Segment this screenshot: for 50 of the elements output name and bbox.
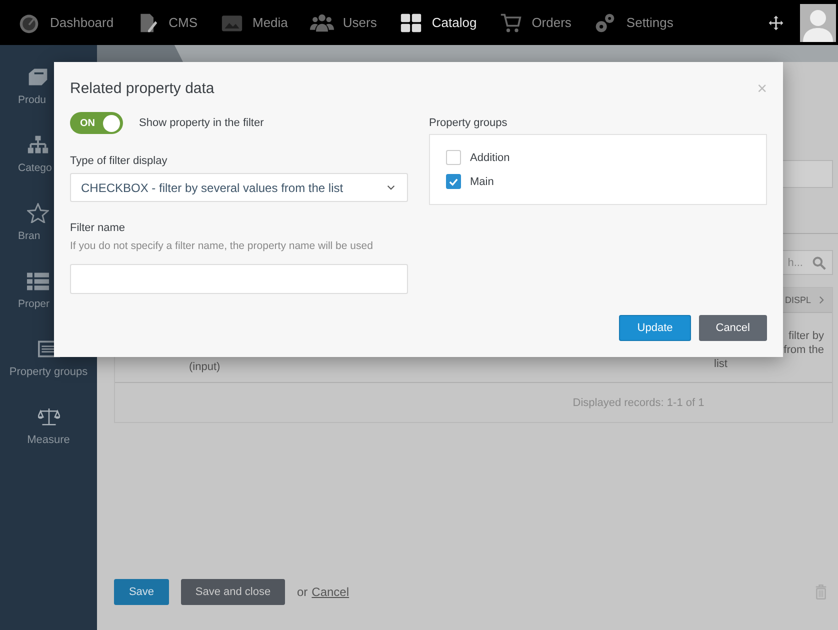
- column-header[interactable]: DISPL: [784, 295, 811, 305]
- table-cell-text: list: [714, 357, 728, 371]
- nav-item[interactable]: Dashboard: [17, 12, 114, 34]
- scale-icon: [38, 407, 60, 427]
- update-button[interactable]: Update: [619, 315, 691, 341]
- checkbox[interactable]: [446, 174, 461, 189]
- filter-name-field[interactable]: [70, 264, 408, 294]
- checkbox-label: Main: [470, 176, 494, 188]
- users-icon: [310, 12, 334, 34]
- checkbox-label: Addition: [470, 152, 510, 164]
- toggle-label: Show property in the filter: [139, 117, 264, 129]
- table-cell: (input): [189, 361, 220, 373]
- caret-icon: [387, 185, 395, 190]
- list-icon: [27, 271, 49, 291]
- save-button[interactable]: Save: [114, 578, 169, 604]
- save-and-close-button[interactable]: Save and close: [181, 578, 285, 604]
- cart-icon: [498, 12, 523, 34]
- table-cell-text: filter by: [788, 329, 824, 343]
- cancel-link[interactable]: Cancel: [312, 584, 350, 598]
- nav-item[interactable]: Settings: [593, 12, 674, 34]
- nav-item[interactable]: Catalog: [398, 12, 477, 34]
- sidebar-item[interactable]: Measure: [0, 407, 97, 475]
- star-icon: [27, 203, 49, 223]
- search-icon: [812, 256, 826, 270]
- cancel-button[interactable]: Cancel: [698, 315, 767, 341]
- or-text: or: [297, 584, 308, 598]
- trash-icon[interactable]: [815, 584, 827, 600]
- box-icon: [27, 67, 49, 87]
- field-hint: If you do not specify a filter name, the property name will be used: [70, 240, 374, 252]
- search-text: h...: [788, 256, 803, 268]
- nav-item[interactable]: CMS: [136, 12, 198, 34]
- checkbox[interactable]: [446, 150, 461, 165]
- chevron-right-icon[interactable]: [819, 296, 824, 304]
- nav-item[interactable]: Users: [310, 12, 377, 34]
- dialog-title: Related property data: [70, 80, 214, 96]
- records-count: Displayed records: 1-1 of 1: [572, 396, 704, 408]
- sitemap-icon: [27, 135, 49, 155]
- table-cell-text: from the: [784, 343, 824, 357]
- sidebar-item[interactable]: Proper: [0, 271, 97, 339]
- avatar[interactable]: [800, 2, 836, 42]
- field-label: Type of filter display: [70, 155, 168, 167]
- nav-item[interactable]: Orders: [498, 12, 572, 34]
- nav-item[interactable]: Media: [220, 12, 288, 34]
- field-label: Property groups: [429, 117, 508, 129]
- check-icon: [449, 178, 458, 186]
- move-icon[interactable]: [768, 14, 784, 30]
- toggle-switch[interactable]: ON: [70, 112, 123, 134]
- field-label: Filter name: [70, 222, 126, 234]
- filter-type-dropdown[interactable]: CHECKBOX - filter by several values from the list: [70, 173, 408, 202]
- grid-icon: [398, 12, 423, 34]
